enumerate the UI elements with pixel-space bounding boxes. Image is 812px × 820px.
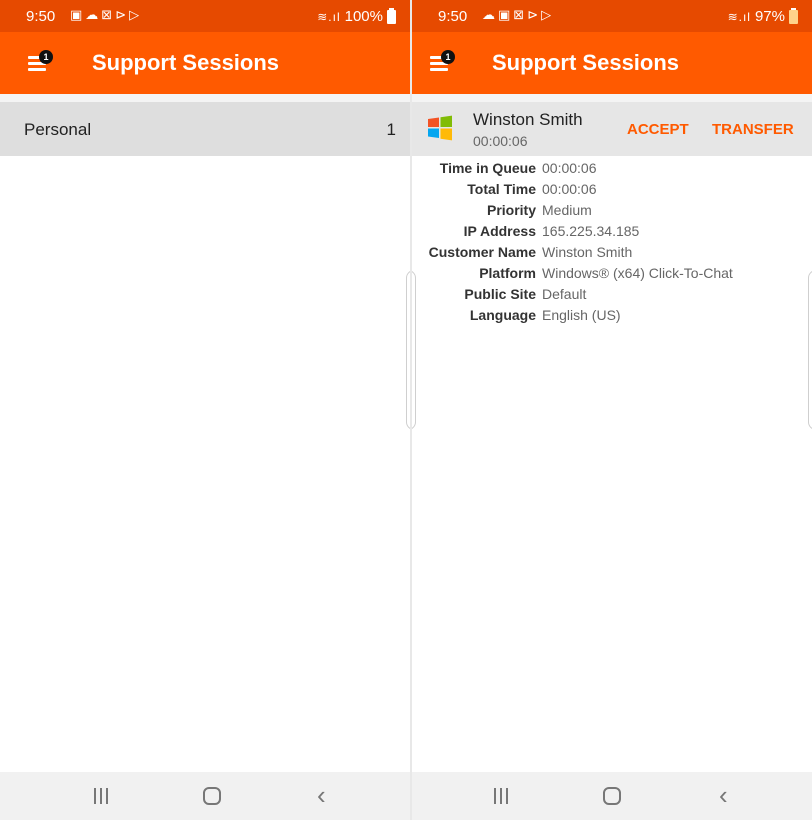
detail-label: Language	[469, 307, 536, 323]
detail-row-customer-name: Customer Name Winston Smith	[412, 244, 812, 265]
menu-button[interactable]: 1	[430, 50, 456, 76]
menu-icon-line	[28, 68, 46, 71]
home-icon[interactable]	[203, 787, 221, 805]
session-details: Time in Queue 00:00:06 Total Time 00:00:…	[412, 160, 812, 328]
detail-value: Medium	[542, 202, 592, 218]
wifi-signal-icon: ≋.ıl	[317, 9, 341, 24]
close-box-icon: ⊠	[513, 7, 528, 22]
cloud-icon: ☁	[85, 7, 102, 22]
detail-row-public-site: Public Site Default	[412, 286, 812, 307]
queue-item-personal[interactable]: Personal 1	[0, 102, 410, 156]
image-icon: ▣	[498, 7, 514, 22]
status-indicators: ≋.ıl 97%	[727, 7, 798, 25]
detail-label: Customer Name	[428, 244, 536, 260]
windows-logo-icon	[428, 115, 452, 141]
notification-icons: ▣☁⊠⊳▷	[70, 7, 142, 23]
detail-row-ip-address: IP Address 165.225.34.185	[412, 223, 812, 244]
status-time: 9:50	[438, 8, 468, 25]
system-nav-bar: ‹	[0, 772, 410, 820]
status-bar: 9:50 ▣☁⊠⊳▷ ≋.ıl 100%	[0, 0, 410, 32]
detail-row-language: Language English (US)	[412, 307, 812, 328]
system-nav-bar: ‹	[412, 772, 812, 820]
detail-value: Windows® (x64) Click-To-Chat	[542, 265, 733, 281]
recents-bar	[494, 788, 496, 804]
close-box-icon: ⊠	[101, 7, 116, 22]
list-divider	[412, 94, 812, 102]
image-icon: ▣	[70, 7, 86, 22]
detail-label: Public Site	[464, 286, 536, 302]
recents-bar	[106, 788, 108, 804]
recents-icon[interactable]	[94, 788, 110, 804]
recents-bar	[500, 788, 502, 804]
status-bar: 9:50 ☁▣⊠⊳▷ ≋.ıl 97%	[412, 0, 812, 32]
session-card[interactable]: Winston Smith 00:00:06 ACCEPT TRANSFER	[412, 102, 812, 156]
battery-level: 100%	[344, 8, 383, 25]
recents-bar	[94, 788, 96, 804]
session-detail-screen: 9:50 ☁▣⊠⊳▷ ≋.ıl 97% 1 Support Sessions W…	[412, 0, 812, 820]
detail-value: 165.225.34.185	[542, 223, 640, 239]
page-title: Support Sessions	[92, 50, 280, 75]
play-icon: ▷	[541, 7, 555, 22]
detail-label: Platform	[479, 265, 536, 281]
device-screens: 9:50 ▣☁⊠⊳▷ ≋.ıl 100% 1 Support Sessions	[0, 0, 812, 820]
transfer-button[interactable]: TRANSFER	[712, 121, 794, 138]
queue-count: 1	[386, 120, 396, 139]
play-icon: ▷	[129, 7, 143, 22]
detail-row-platform: Platform Windows® (x64) Click-To-Chat	[412, 265, 812, 286]
play-store-icon: ⊳	[115, 7, 130, 22]
queue-list-screen: 9:50 ▣☁⊠⊳▷ ≋.ıl 100% 1 Support Sessions	[0, 0, 410, 820]
page-title: Support Sessions	[492, 50, 680, 75]
session-elapsed-time: 00:00:06	[473, 133, 528, 149]
detail-label: Time in Queue	[439, 160, 536, 176]
queue-list: Personal 1	[0, 94, 410, 772]
detail-value: English (US)	[542, 307, 621, 323]
pane-edge-handle[interactable]	[412, 270, 416, 430]
detail-label: IP Address	[463, 223, 536, 239]
detail-row-priority: Priority Medium	[412, 202, 812, 223]
notification-badge: 1	[39, 50, 53, 64]
recents-bar	[100, 788, 102, 804]
battery-icon	[387, 7, 396, 24]
recents-icon[interactable]	[494, 788, 510, 804]
detail-value: 00:00:06	[542, 160, 597, 176]
detail-value: Default	[542, 286, 587, 302]
customer-name: Winston Smith	[473, 110, 583, 129]
pane-edge-handle[interactable]	[808, 270, 812, 430]
app-bar: 1 Support Sessions	[0, 32, 410, 94]
accept-button[interactable]: ACCEPT	[627, 121, 689, 138]
battery-charging-icon	[789, 7, 798, 24]
recents-bar	[506, 788, 508, 804]
detail-value: Winston Smith	[542, 244, 633, 260]
menu-button[interactable]: 1	[28, 50, 54, 76]
wifi-signal-icon: ≋.ıl	[727, 9, 751, 24]
notification-icons: ☁▣⊠⊳▷	[482, 7, 554, 23]
list-divider	[0, 94, 410, 102]
app-bar: 1 Support Sessions	[412, 32, 812, 94]
play-store-icon: ⊳	[527, 7, 542, 22]
detail-label: Priority	[486, 202, 536, 218]
back-icon[interactable]: ‹	[719, 782, 728, 808]
menu-icon-line	[430, 68, 448, 71]
status-indicators: ≋.ıl 100%	[317, 7, 396, 25]
detail-label: Total Time	[467, 181, 536, 197]
home-icon[interactable]	[603, 787, 621, 805]
battery-level: 97%	[754, 8, 785, 25]
status-time: 9:50	[26, 8, 56, 25]
detail-row-time-in-queue: Time in Queue 00:00:06	[412, 160, 812, 181]
notification-badge: 1	[441, 50, 455, 64]
detail-value: 00:00:06	[542, 181, 597, 197]
session-detail: Winston Smith 00:00:06 ACCEPT TRANSFER T…	[412, 94, 812, 772]
back-icon[interactable]: ‹	[317, 782, 326, 808]
cloud-icon: ☁	[482, 7, 498, 22]
detail-row-total-time: Total Time 00:00:06	[412, 181, 812, 202]
queue-label: Personal	[24, 120, 92, 139]
